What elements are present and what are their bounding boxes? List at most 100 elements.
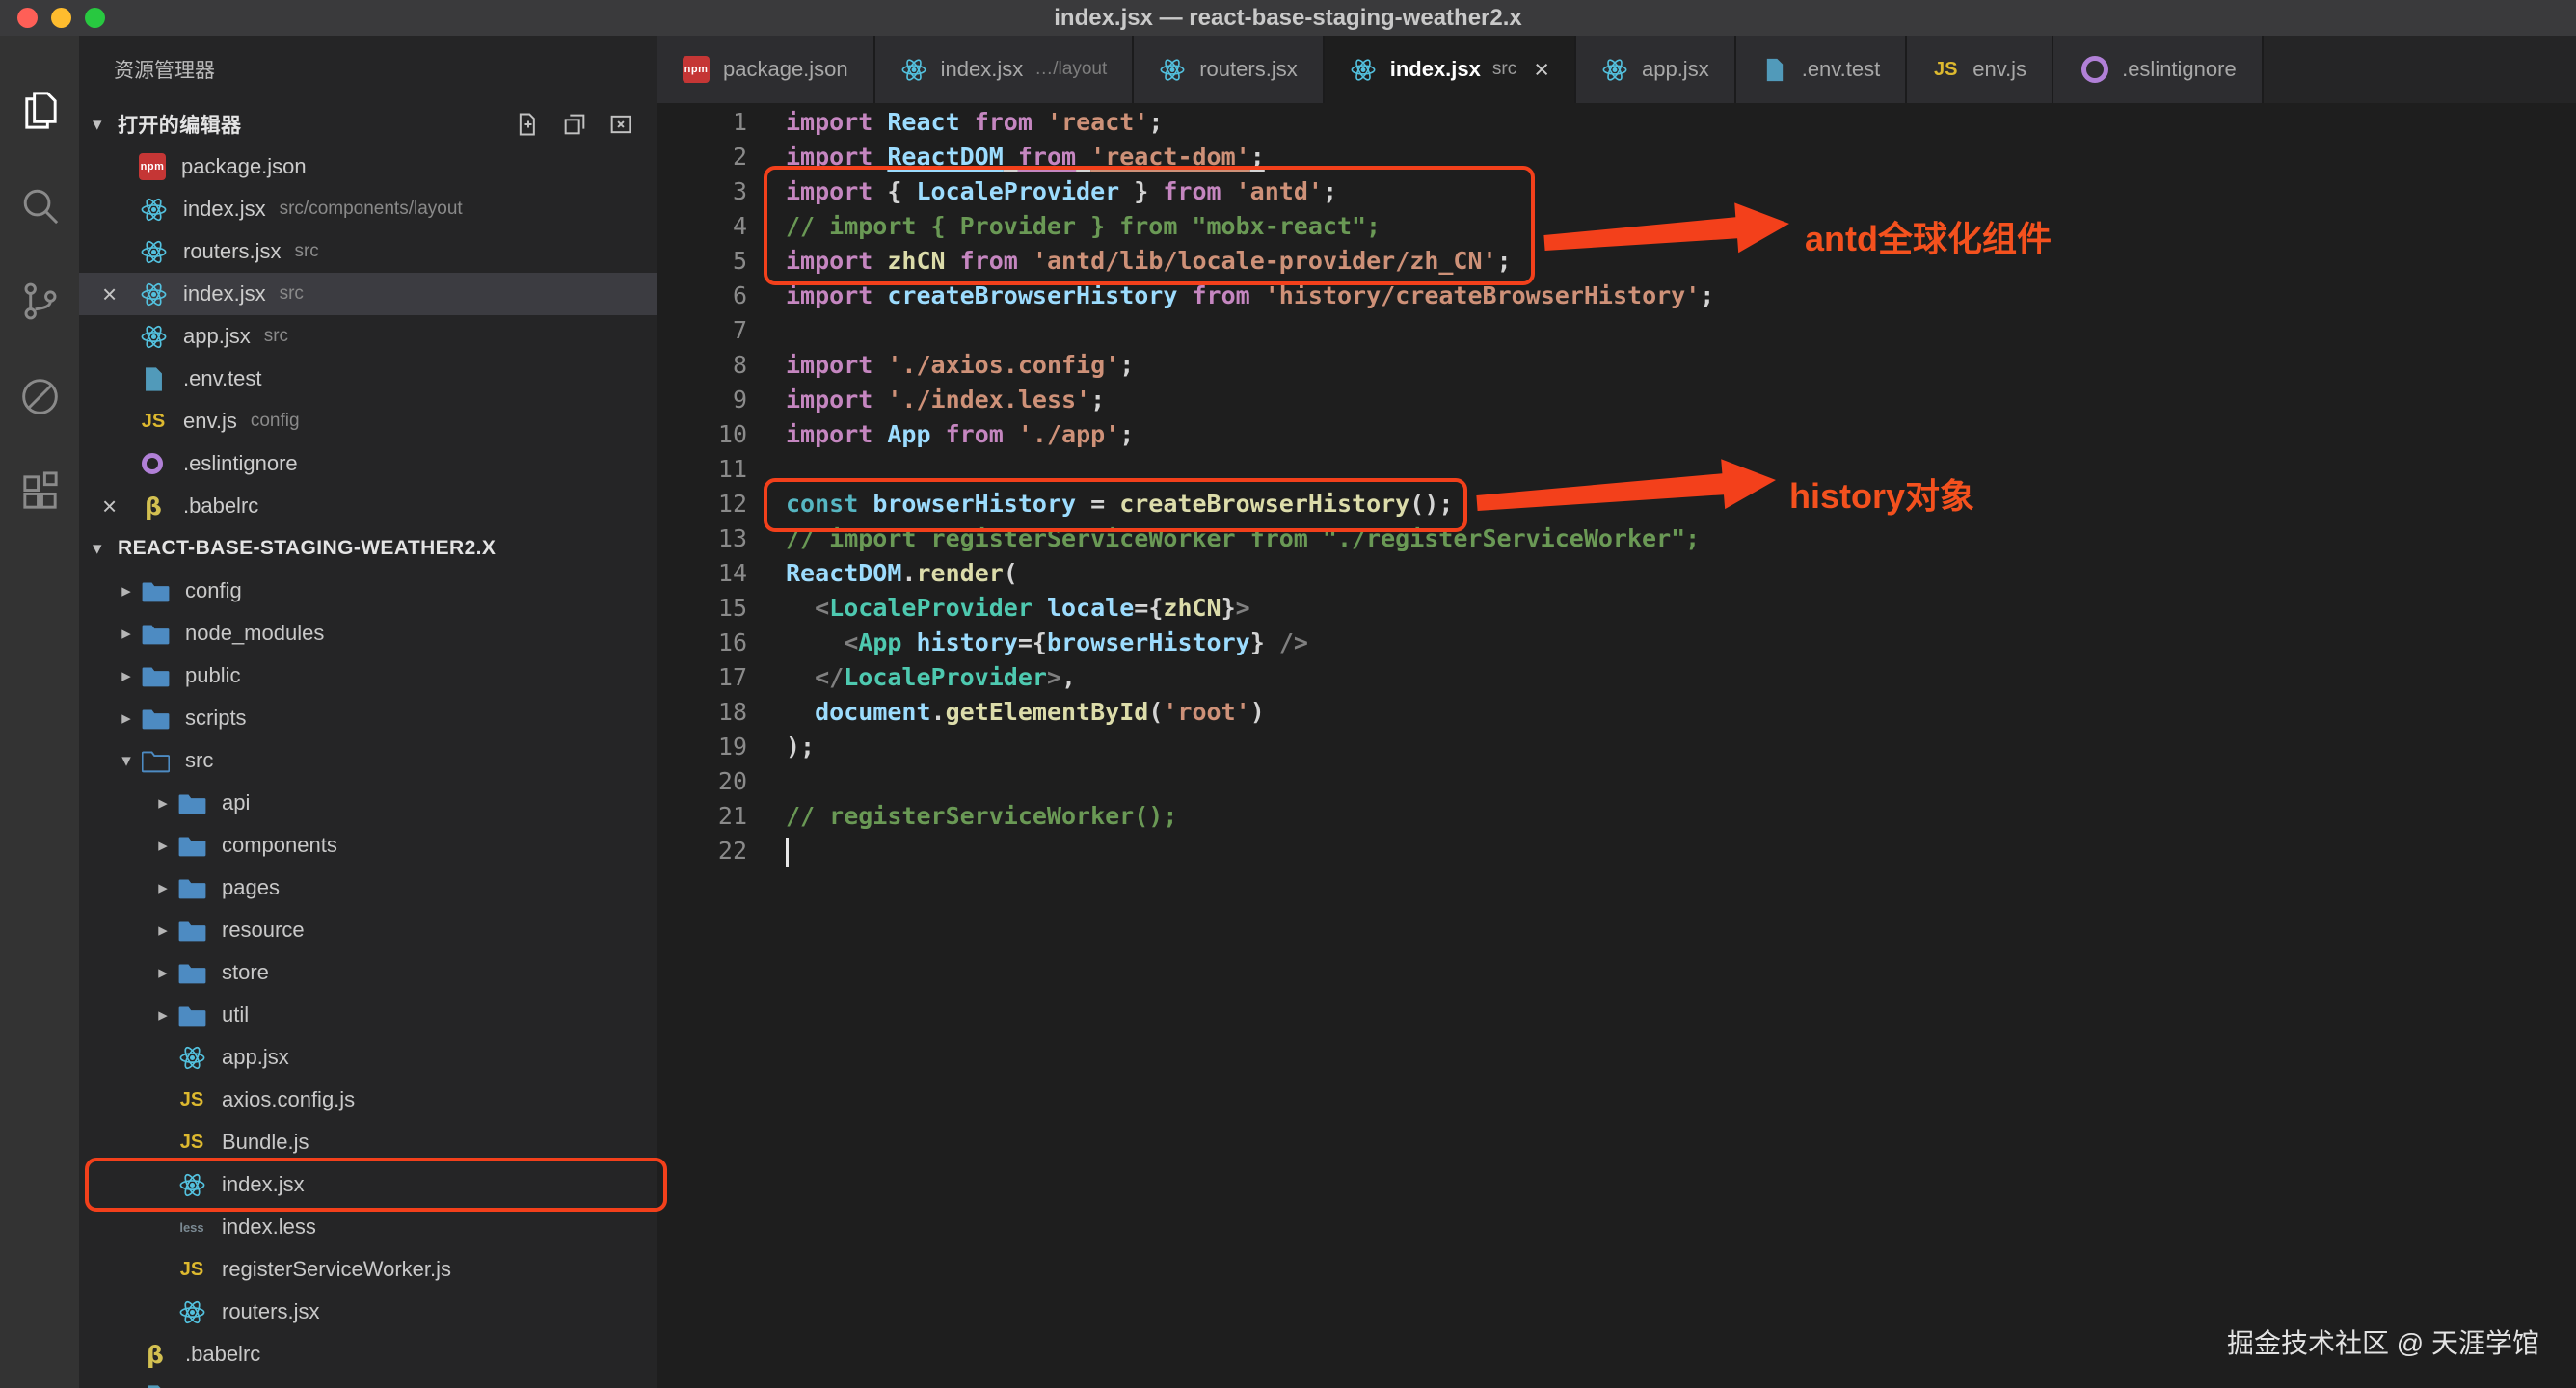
code-line-15: 15 <LocaleProvider locale={zhCN}> bbox=[657, 591, 2576, 626]
js-icon: JS bbox=[177, 1085, 206, 1114]
chevron-right-icon[interactable]: ▸ bbox=[148, 877, 177, 899]
minimize-window-button[interactable] bbox=[51, 8, 71, 28]
chevron-down-icon[interactable]: ▾ bbox=[112, 750, 141, 772]
tree-item-index.jsx[interactable]: index.jsx bbox=[79, 1163, 657, 1206]
js-icon: JS bbox=[177, 1128, 206, 1157]
tree-item-pages[interactable]: ▸pages bbox=[79, 867, 657, 909]
chevron-right-icon[interactable]: ▸ bbox=[112, 665, 141, 687]
tab-label: .eslintignore bbox=[2122, 57, 2237, 82]
tab-label: package.json bbox=[723, 57, 848, 82]
folder-icon bbox=[177, 958, 206, 987]
open-editor-label: package.json bbox=[181, 154, 307, 179]
chevron-right-icon[interactable]: ▸ bbox=[148, 792, 177, 814]
window-title: index.jsx — react-base-staging-weather2.… bbox=[0, 5, 2576, 32]
folder-icon bbox=[177, 1001, 206, 1029]
open-editor-item-.env.test[interactable]: .env.test bbox=[79, 358, 657, 400]
line-number: 17 bbox=[657, 660, 747, 695]
tree-item-store[interactable]: ▸store bbox=[79, 951, 657, 994]
editor-content[interactable]: 1import React from 'react';2import React… bbox=[657, 103, 2576, 1388]
open-editor-label: index.jsx bbox=[183, 197, 266, 222]
tree-item-registerServiceWorker.js[interactable]: JSregisterServiceWorker.js bbox=[79, 1248, 657, 1291]
tree-item-api[interactable]: ▸api bbox=[79, 782, 657, 824]
chevron-right-icon[interactable]: ▸ bbox=[148, 835, 177, 857]
open-editor-item-routers.jsx[interactable]: routers.jsxsrc bbox=[79, 230, 657, 273]
tree-item-label: registerServiceWorker.js bbox=[222, 1257, 451, 1282]
open-editor-item-package.json[interactable]: npmpackage.json bbox=[79, 146, 657, 188]
tree-item-label: scripts bbox=[185, 706, 247, 731]
close-editor-icon[interactable]: × bbox=[102, 492, 139, 521]
chevron-right-icon[interactable]: ▸ bbox=[112, 707, 141, 730]
tree-item-config[interactable]: ▸config bbox=[79, 570, 657, 612]
tab-.eslintignore[interactable]: .eslintignore bbox=[2053, 36, 2264, 103]
tree-item-axios.config.js[interactable]: JSaxios.config.js bbox=[79, 1079, 657, 1121]
tab-index.jsx[interactable]: index.jsxsrc× bbox=[1325, 36, 1576, 103]
open-editor-item-env.js[interactable]: JSenv.jsconfig bbox=[79, 400, 657, 442]
folder-icon bbox=[141, 704, 170, 733]
tab-index.jsx[interactable]: index.jsx…/layout bbox=[875, 36, 1135, 103]
chevron-right-icon[interactable]: ▸ bbox=[112, 580, 141, 602]
tree-item-label: components bbox=[222, 833, 337, 858]
tab-app.jsx[interactable]: app.jsx bbox=[1576, 36, 1736, 103]
react-icon bbox=[1350, 56, 1377, 83]
open-editor-item-index.jsx[interactable]: ×index.jsxsrc bbox=[79, 273, 657, 315]
project-tree: ▸config▸node_modules▸public▸scripts▾src▸… bbox=[79, 570, 657, 1388]
sidebar-title: 资源管理器 bbox=[79, 36, 657, 103]
tree-item-src[interactable]: ▾src bbox=[79, 739, 657, 782]
line-number: 3 bbox=[657, 174, 747, 209]
line-number: 7 bbox=[657, 313, 747, 348]
file-blue-icon bbox=[1761, 56, 1788, 83]
tree-item-node_modules[interactable]: ▸node_modules bbox=[79, 612, 657, 654]
open-editors-list: npmpackage.jsonindex.jsxsrc/components/l… bbox=[79, 146, 657, 527]
tree-item-routers.jsx[interactable]: routers.jsx bbox=[79, 1291, 657, 1333]
tree-item-components[interactable]: ▸ components bbox=[79, 824, 657, 867]
line-number: 11 bbox=[657, 452, 747, 487]
chevron-right-icon[interactable]: ▸ bbox=[148, 920, 177, 942]
close-window-button[interactable] bbox=[17, 8, 38, 28]
editor-group: npmpackage.jsonindex.jsx…/layoutrouters.… bbox=[657, 36, 2576, 1388]
tree-item-scripts[interactable]: ▸ scripts bbox=[79, 697, 657, 739]
chevron-right-icon[interactable]: ▸ bbox=[148, 1004, 177, 1027]
tree-item-resource[interactable]: ▸resource bbox=[79, 909, 657, 951]
tree-item-util[interactable]: ▸util bbox=[79, 994, 657, 1036]
line-number: 4 bbox=[657, 209, 747, 244]
tab-env.js[interactable]: JSenv.js bbox=[1907, 36, 2053, 103]
tree-item-public[interactable]: ▸public bbox=[79, 654, 657, 697]
zoom-window-button[interactable] bbox=[85, 8, 105, 28]
tab-.env.test[interactable]: .env.test bbox=[1736, 36, 1908, 103]
open-editor-item-.eslintignore[interactable]: .eslintignore bbox=[79, 442, 657, 485]
open-editor-item-app.jsx[interactable]: app.jsxsrc bbox=[79, 315, 657, 358]
debug-icon[interactable] bbox=[0, 349, 79, 444]
react-icon bbox=[139, 280, 168, 308]
tree-item-partial[interactable] bbox=[79, 1375, 657, 1388]
tree-item-Bundle.js[interactable]: JSBundle.js bbox=[79, 1121, 657, 1163]
source-control-icon[interactable] bbox=[0, 254, 79, 349]
react-icon bbox=[139, 237, 168, 266]
line-number: 6 bbox=[657, 279, 747, 313]
file-blue-icon bbox=[139, 364, 168, 393]
tab-routers.jsx[interactable]: routers.jsx bbox=[1134, 36, 1324, 103]
open-editor-item-index.jsx[interactable]: index.jsxsrc/components/layout bbox=[79, 188, 657, 230]
save-all-icon[interactable] bbox=[561, 111, 588, 138]
open-editor-detail: config bbox=[251, 411, 300, 432]
open-editors-actions bbox=[515, 111, 657, 138]
new-untitled-file-icon[interactable] bbox=[515, 111, 542, 138]
tree-item-index.less[interactable]: lessindex.less bbox=[79, 1206, 657, 1248]
tree-item-.babelrc[interactable]: β.babelrc bbox=[79, 1333, 657, 1375]
explorer-icon[interactable] bbox=[0, 63, 79, 158]
open-editors-header[interactable]: ▾ 打开的编辑器 bbox=[79, 103, 657, 146]
tab-package.json[interactable]: npmpackage.json bbox=[657, 36, 875, 103]
tree-item-app.jsx[interactable]: app.jsx bbox=[79, 1036, 657, 1079]
search-icon[interactable] bbox=[0, 158, 79, 254]
react-icon bbox=[177, 1297, 206, 1326]
close-all-editors-icon[interactable] bbox=[607, 111, 634, 138]
close-tab-icon[interactable]: × bbox=[1534, 55, 1549, 85]
open-editor-item-.babelrc[interactable]: ×β.babelrc bbox=[79, 485, 657, 527]
tab-bar: npmpackage.jsonindex.jsx…/layoutrouters.… bbox=[657, 36, 2576, 103]
project-header[interactable]: ▾ REACT-BASE-STAGING-WEATHER2.X bbox=[79, 527, 657, 570]
open-editor-label: .env.test bbox=[183, 366, 262, 391]
chevron-right-icon[interactable]: ▸ bbox=[148, 962, 177, 984]
close-editor-icon[interactable]: × bbox=[102, 280, 139, 309]
extensions-icon[interactable] bbox=[0, 444, 79, 540]
chevron-right-icon[interactable]: ▸ bbox=[112, 623, 141, 645]
traffic-lights bbox=[17, 0, 105, 36]
